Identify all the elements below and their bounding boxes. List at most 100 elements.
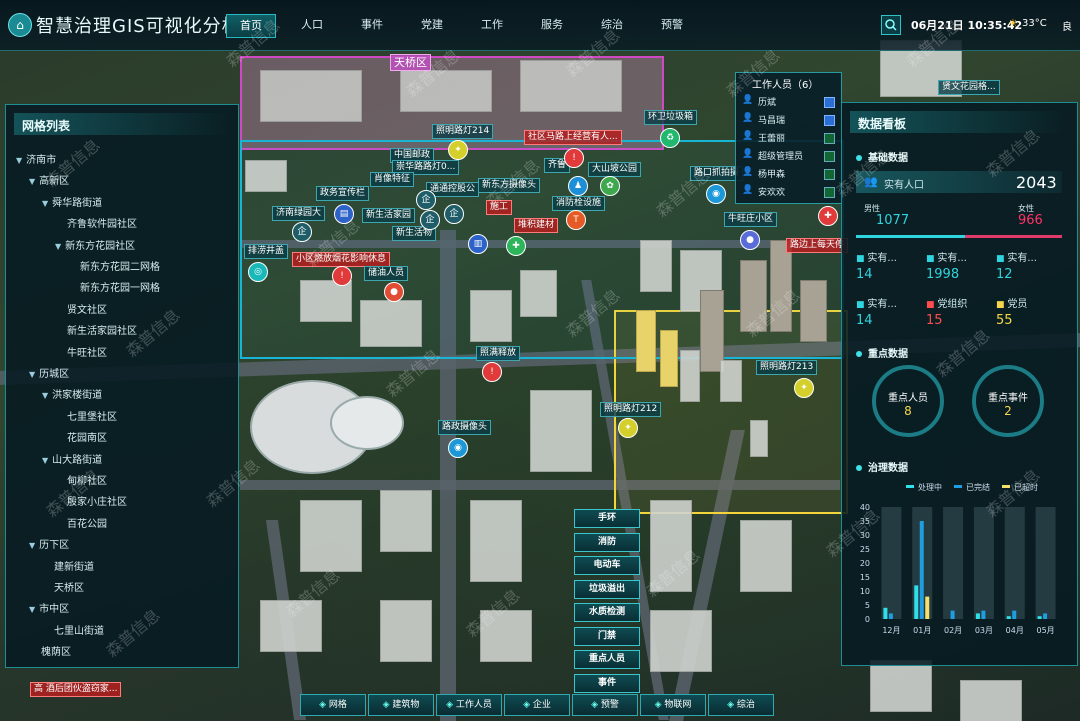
chart-bar[interactable] [925, 596, 930, 619]
bottom-layer-button[interactable]: ◈ 物联网 [640, 694, 706, 716]
tree-node[interactable]: 花园南区 [55, 429, 107, 444]
map-poi-label[interactable]: 路政摄像头 [438, 420, 492, 435]
stat-item[interactable]: ■ 实有... 14 [856, 295, 897, 328]
chart-bar[interactable] [950, 610, 955, 619]
staff-checkbox[interactable] [824, 169, 835, 180]
tree-node[interactable]: 新东方花园二网格 [68, 258, 160, 273]
map-poi-label[interactable]: 肖像特征 [370, 172, 415, 187]
map-poi-label[interactable]: 小区燃放烟花影响休息 [292, 252, 391, 267]
hydrant-marker-icon[interactable]: ✚ [506, 236, 526, 256]
staff-checkbox[interactable] [824, 151, 835, 162]
layer-toggle-button[interactable]: 电动车 [574, 556, 640, 575]
chart-bar[interactable] [1043, 613, 1048, 619]
person-marker-icon[interactable]: ● [384, 282, 404, 302]
nav-home[interactable]: 首页 [226, 14, 276, 38]
tree-node[interactable]: ▼ 舜华路街道 [42, 194, 102, 209]
alert-marker-icon[interactable]: ! [332, 266, 352, 286]
map-poi-label[interactable]: 牛旺庄小区 [724, 212, 778, 227]
staff-checkbox[interactable] [824, 133, 835, 144]
layer-toggle-button[interactable]: 水质检测 [574, 603, 640, 622]
tree-node[interactable]: ▼ 山大路街道 [42, 451, 102, 466]
nav-party[interactable]: 党建 [414, 14, 450, 36]
tree-node[interactable]: 槐荫区 [29, 643, 71, 658]
map-poi-label[interactable]: 施工 [486, 200, 513, 215]
map-poi-label[interactable]: 社区马路上经营有人... [524, 130, 622, 145]
person-marker-icon[interactable]: ● [740, 230, 760, 250]
tree-node[interactable]: ▼ 高新区 [29, 172, 69, 187]
map-poi-label[interactable]: 照明路灯213 [756, 360, 818, 375]
streetlight-marker-icon[interactable]: ✦ [618, 418, 638, 438]
staff-checkbox[interactable] [824, 115, 835, 126]
bottom-layer-button[interactable]: ◈ 综治 [708, 694, 774, 716]
staff-checkbox[interactable] [824, 187, 835, 198]
streetlight-marker-icon[interactable]: ✦ [448, 140, 468, 160]
sensor-marker-icon[interactable]: ◎ [248, 262, 268, 282]
stat-item[interactable]: ■ 实有... 12 [996, 249, 1037, 282]
tree-node[interactable]: 七里堡社区 [55, 408, 117, 423]
alert-marker-icon[interactable]: ! [482, 362, 502, 382]
enterprise-marker-icon[interactable]: 企 [416, 190, 436, 210]
camera-marker-icon[interactable]: ◉ [448, 438, 468, 458]
alert-marker-icon[interactable]: ! [564, 148, 584, 168]
tree-node[interactable]: 齐鲁软件园社区 [55, 215, 137, 230]
map-poi-label[interactable]: 照明路灯212 [600, 402, 662, 417]
map-poi-label[interactable]: 高 酒后团伙盗窃家... [30, 682, 122, 697]
layer-toggle-button[interactable]: 垃圾溢出 [574, 579, 640, 599]
chart-bar[interactable] [1006, 616, 1011, 619]
expand-arrow-icon[interactable]: ▼ [29, 370, 35, 379]
enterprise-marker-icon[interactable]: 企 [444, 204, 464, 224]
tree-node[interactable]: ▼ 历城区 [29, 365, 69, 380]
tree-node[interactable]: ▼ 市中区 [29, 600, 69, 615]
tree-node[interactable]: 贤文社区 [55, 301, 107, 316]
tree-node[interactable]: ▼ 新东方花园社区 [55, 237, 135, 252]
expand-arrow-icon[interactable]: ▼ [29, 177, 35, 186]
bottom-layer-button[interactable]: ◈ 预警 [572, 694, 638, 716]
expand-arrow-icon[interactable]: ▼ [29, 605, 35, 614]
nav-events[interactable]: 事件 [354, 14, 390, 36]
tree-node[interactable]: 甸柳社区 [55, 472, 107, 487]
bottom-layer-button[interactable]: ◈ 企业 [504, 694, 570, 716]
map-poi-label[interactable]: 新东方摄像头 [478, 178, 541, 193]
expand-arrow-icon[interactable]: ▼ [55, 242, 61, 251]
tree-node[interactable]: 百花公园 [55, 515, 107, 530]
stat-item[interactable]: ■ 党员 55 [996, 295, 1027, 328]
stat-item[interactable]: ■ 实有... 14 [856, 249, 897, 282]
tree-node[interactable]: 建新街道 [42, 558, 94, 573]
tree-node[interactable]: 新东方花园一网格 [68, 279, 160, 294]
nav-population[interactable]: 人口 [294, 14, 330, 36]
tree-node[interactable]: 殷家小庄社区 [55, 493, 127, 508]
map-poi-label[interactable]: 新生活家园 [362, 208, 416, 223]
layer-toggle-button[interactable]: 消防 [574, 532, 640, 552]
park-marker-icon[interactable]: ✿ [600, 176, 620, 196]
map-poi-label[interactable]: 照明路灯214 [432, 124, 494, 139]
map-poi-label[interactable]: 大山坡公园 [588, 162, 642, 177]
chart-bar[interactable] [919, 521, 924, 619]
building-marker-icon[interactable]: ▥ [468, 234, 488, 254]
nav-work[interactable]: 工作 [474, 14, 510, 36]
expand-arrow-icon[interactable]: ▼ [16, 156, 22, 165]
runner-marker-icon[interactable]: ♟ [568, 176, 588, 196]
chart-bar[interactable] [1012, 610, 1017, 619]
tree-node[interactable]: 牛旺社区 [55, 344, 107, 359]
layer-toggle-button[interactable]: 手环 [574, 509, 640, 528]
map-poi-label[interactable]: 路边上每天停 [786, 238, 849, 253]
layer-toggle-button[interactable]: 重点人员 [574, 650, 640, 669]
tree-node[interactable]: ▼ 洪家楼街道 [42, 386, 102, 401]
map-poi-label[interactable]: 环卫垃圾箱 [644, 110, 698, 125]
bottom-layer-button[interactable]: ◈ 工作人员 [436, 694, 502, 716]
chart-bar[interactable] [914, 585, 919, 619]
stat-item[interactable]: ■ 党组织 15 [926, 295, 967, 328]
chart-bar[interactable] [981, 610, 986, 619]
map-poi-label[interactable]: 政务宣传栏 [316, 186, 370, 201]
bottom-layer-button[interactable]: ◈ 建筑物 [368, 694, 434, 716]
trash-bin-marker-icon[interactable]: ♻ [660, 128, 680, 148]
layer-toggle-button[interactable]: 事件 [574, 673, 640, 693]
enterprise-marker-icon[interactable]: 企 [292, 222, 312, 242]
expand-arrow-icon[interactable]: ▼ [42, 199, 48, 208]
camera-marker-icon[interactable]: ◉ [706, 184, 726, 204]
chart-bar[interactable] [888, 613, 893, 619]
expand-arrow-icon[interactable]: ▼ [29, 541, 35, 550]
tree-node[interactable]: ▼ 历下区 [29, 536, 69, 551]
bulletin-marker-icon[interactable]: ▤ [334, 204, 354, 224]
nav-warning[interactable]: 预警 [654, 14, 690, 36]
